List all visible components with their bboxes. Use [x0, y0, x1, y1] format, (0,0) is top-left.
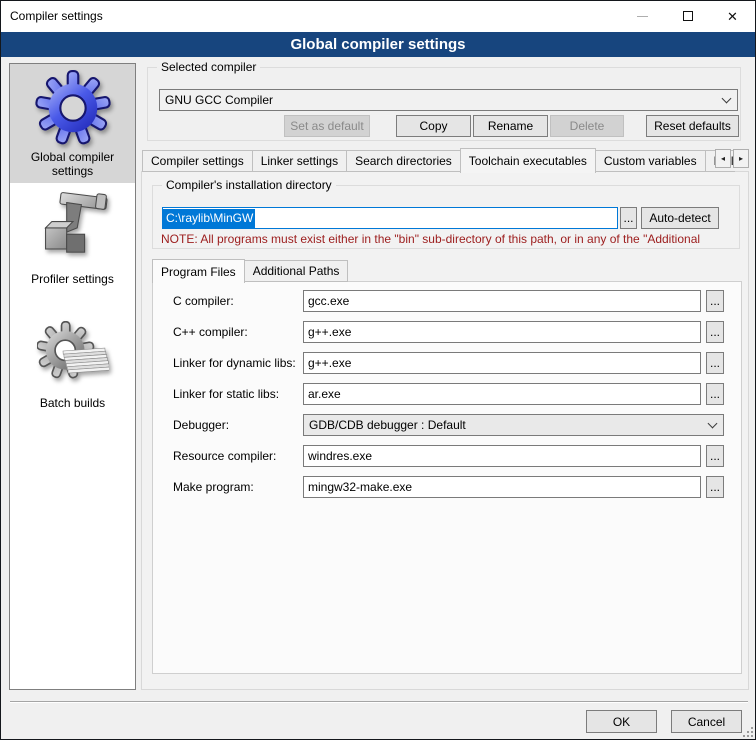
maximize-button[interactable] [665, 1, 710, 31]
debugger-dropdown[interactable]: GDB/CDB debugger : Default [303, 414, 724, 436]
chevron-down-icon [708, 419, 718, 429]
cpp-compiler-browse-button[interactable]: ... [706, 321, 724, 343]
delete-button: Delete [550, 115, 624, 137]
program-files-tabstrip: Program FilesAdditional Paths [152, 258, 347, 282]
sidebar: Global compiler settings [9, 63, 136, 690]
debugger-label: Debugger: [173, 418, 229, 432]
c-compiler-input[interactable]: gcc.exe [303, 290, 701, 312]
gray-gear-stack-icon [37, 321, 109, 393]
tab-custom-variables[interactable]: Custom variables [595, 150, 706, 172]
selected-compiler-value: GNU GCC Compiler [165, 93, 273, 107]
resource-compiler-browse-button[interactable]: ... [706, 445, 724, 467]
c-compiler-label: C compiler: [173, 294, 234, 308]
toolchain-executables-page: Compiler's installation directory C:\ray… [141, 171, 749, 690]
dialog-header: Global compiler settings [1, 32, 755, 57]
window-title: Compiler settings [10, 1, 103, 32]
titlebar[interactable]: Compiler settings ✕ [1, 1, 755, 32]
tab-search-directories[interactable]: Search directories [346, 150, 461, 172]
blue-gear-icon [34, 69, 112, 147]
left-arrow-icon: ◂ [721, 155, 725, 163]
selected-compiler-dropdown[interactable]: GNU GCC Compiler [159, 89, 738, 111]
subtab-additional-paths[interactable]: Additional Paths [244, 260, 349, 282]
linker-for-dynamic-libs-label: Linker for dynamic libs: [173, 356, 296, 370]
right-arrow-icon: ▸ [739, 155, 743, 163]
tab-toolchain-executables[interactable]: Toolchain executables [460, 148, 596, 173]
close-button[interactable]: ✕ [710, 1, 755, 31]
linker-for-static-libs-browse-button[interactable]: ... [706, 383, 724, 405]
installation-directory-input[interactable]: C:\raylib\MinGW [162, 207, 618, 229]
group-label: Compiler's installation directory [162, 178, 336, 193]
subtab-program-files[interactable]: Program Files [152, 259, 245, 283]
set-as-default-button: Set as default [284, 115, 370, 137]
sidebar-item-label: Batch builds [10, 396, 135, 410]
minimize-icon [637, 16, 648, 17]
cancel-button[interactable]: Cancel [671, 710, 742, 733]
group-label: Selected compiler [157, 60, 260, 75]
make-program-label: Make program: [173, 480, 254, 494]
settings-tabstrip: Compiler settingsLinker settingsSearch d… [142, 147, 734, 172]
sidebar-item-profiler-settings[interactable]: Profiler settings [10, 186, 135, 298]
auto-detect-button[interactable]: Auto-detect [641, 207, 719, 229]
minimize-button [620, 1, 665, 31]
tab-linker-settings[interactable]: Linker settings [252, 150, 347, 172]
resource-compiler-label: Resource compiler: [173, 449, 276, 463]
program-files-page: C compiler: gcc.exe... C++ compiler: g++.ex… [152, 281, 742, 674]
linker-for-static-libs-label: Linker for static libs: [173, 387, 279, 401]
reset-defaults-button[interactable]: Reset defaults [646, 115, 739, 137]
tab-compiler-settings[interactable]: Compiler settings [142, 150, 253, 172]
close-icon: ✕ [727, 10, 738, 23]
c-compiler-browse-button[interactable]: ... [706, 290, 724, 312]
selected-path-text: C:\raylib\MinGW [163, 209, 255, 229]
tab-scroll-right-button[interactable]: ▸ [733, 149, 749, 168]
sidebar-item-batch-builds[interactable]: Batch builds [10, 316, 135, 424]
cpp-compiler-input[interactable]: g++.exe [303, 321, 701, 343]
window-controls: ✕ [620, 1, 755, 31]
resource-compiler-input[interactable]: windres.exe [303, 445, 701, 467]
tab-scroll-left-button[interactable]: ◂ [715, 149, 731, 168]
install-directory-note: NOTE: All programs must exist either in … [161, 232, 735, 246]
footer-divider [10, 701, 748, 703]
sidebar-item-label: Global compiler settings [10, 150, 135, 178]
browse-directory-button[interactable]: ... [620, 207, 637, 229]
field-value: GDB/CDB debugger : Default [309, 418, 466, 432]
maximize-icon [683, 11, 693, 21]
ok-button[interactable]: OK [586, 710, 657, 733]
tab-scroll-arrows: ◂ ▸ [715, 149, 749, 168]
rename-button[interactable]: Rename [473, 115, 548, 137]
resize-grip[interactable] [743, 727, 753, 737]
compiler-settings-dialog: Compiler settings ✕ Global compiler sett… [0, 0, 756, 740]
copy-button[interactable]: Copy [396, 115, 471, 137]
make-program-input[interactable]: mingw32-make.exe [303, 476, 701, 498]
linker-for-dynamic-libs-input[interactable]: g++.exe [303, 352, 701, 374]
chevron-down-icon [722, 94, 732, 104]
sidebar-item-global-compiler-settings[interactable]: Global compiler settings [10, 64, 135, 183]
caliper-tool-icon [34, 191, 112, 269]
linker-for-dynamic-libs-browse-button[interactable]: ... [706, 352, 724, 374]
cpp-compiler-label: C++ compiler: [173, 325, 248, 339]
linker-for-static-libs-input[interactable]: ar.exe [303, 383, 701, 405]
make-program-browse-button[interactable]: ... [706, 476, 724, 498]
sidebar-item-label: Profiler settings [10, 272, 135, 286]
